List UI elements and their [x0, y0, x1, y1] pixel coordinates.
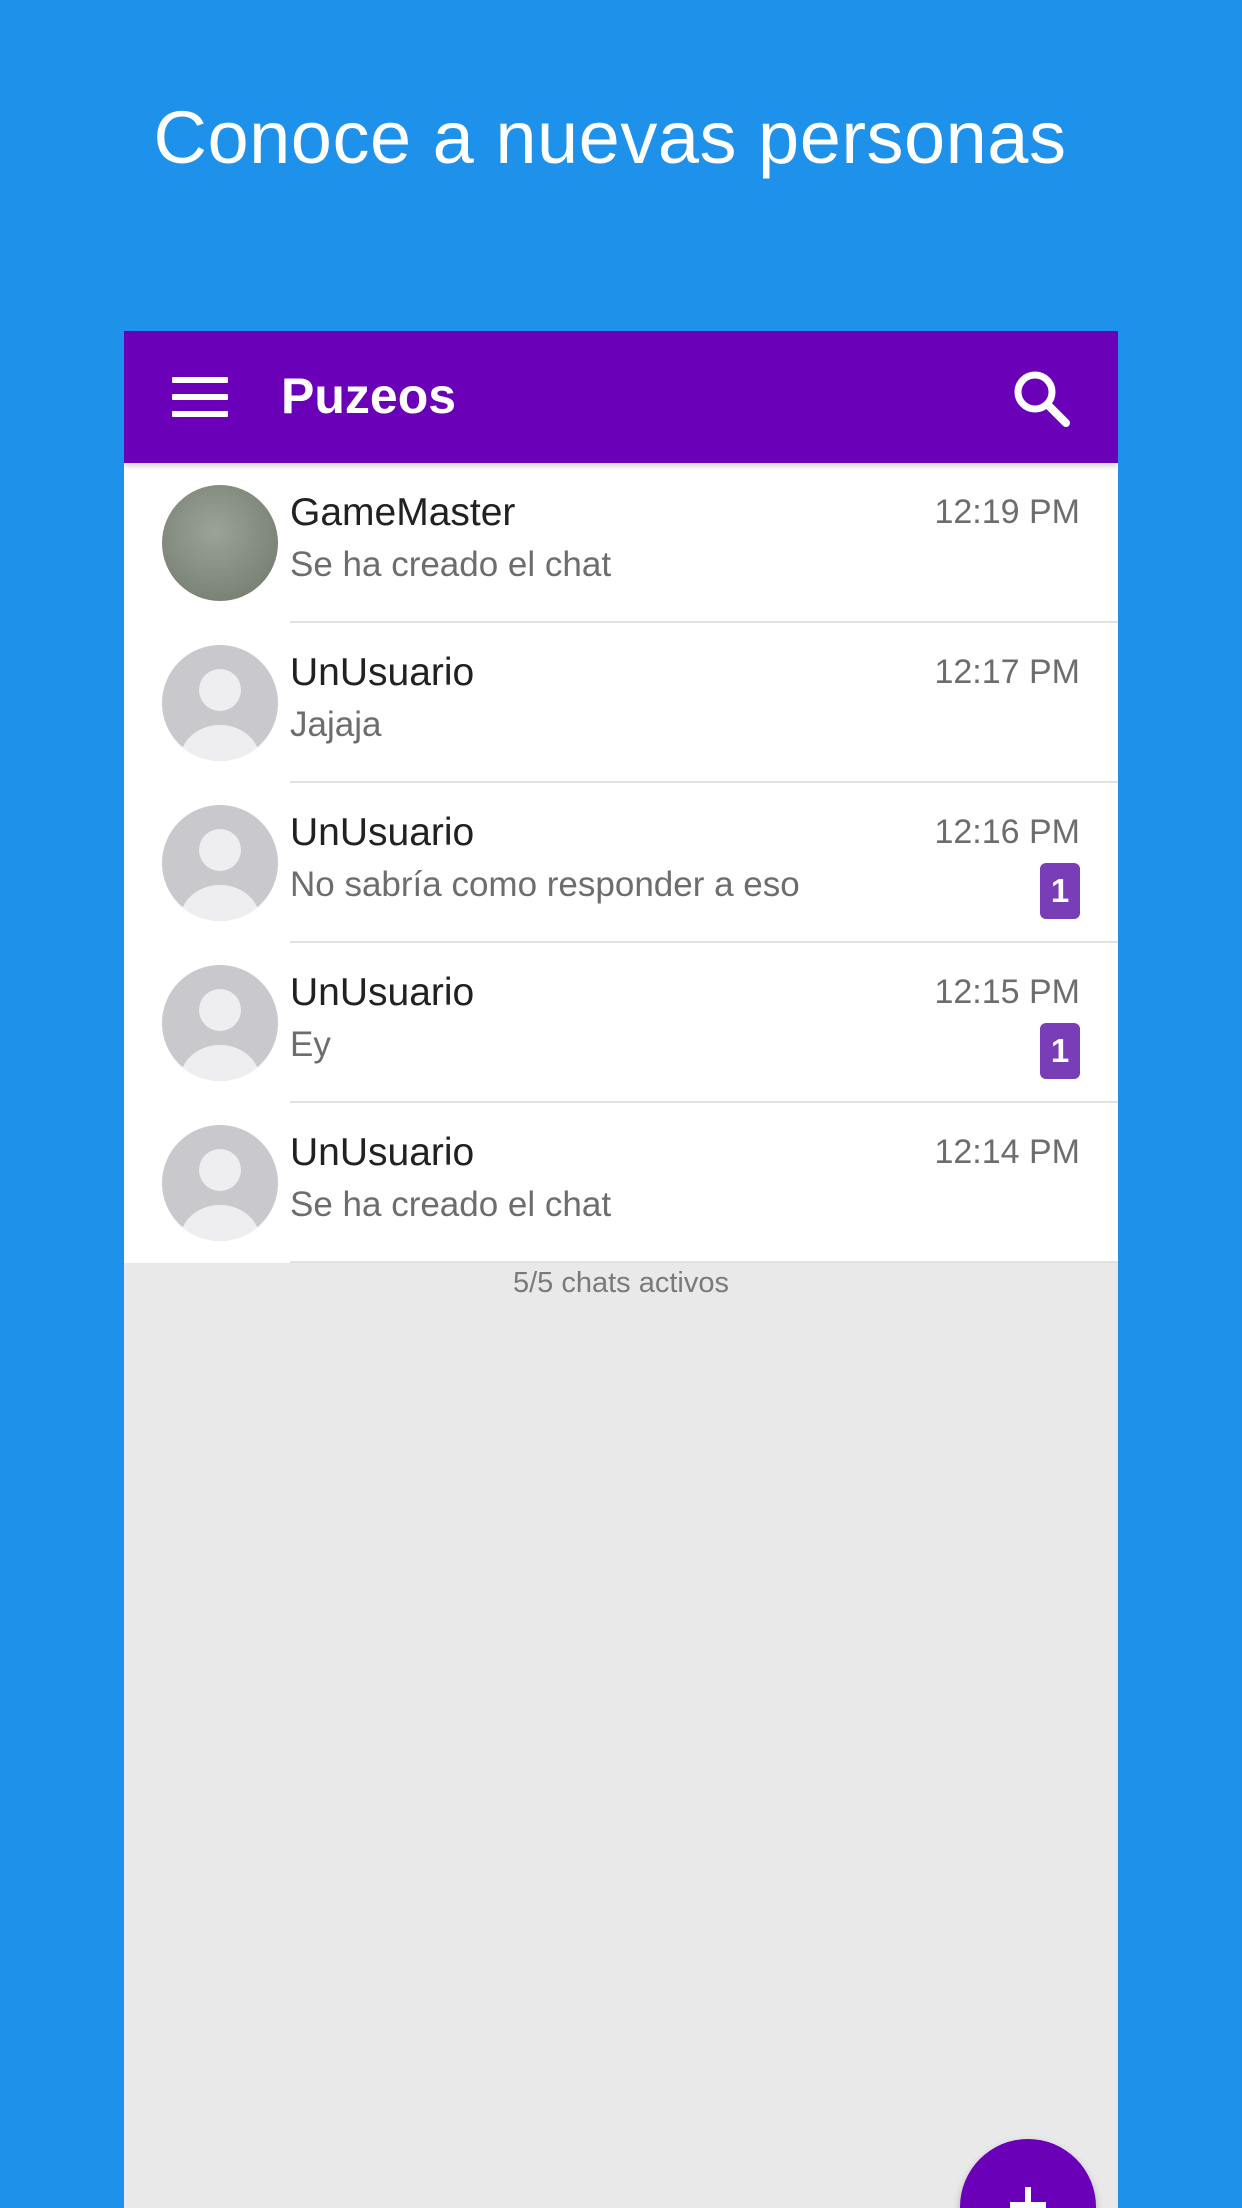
chat-name: UnUsuario [290, 1131, 475, 1174]
chat-name: UnUsuario [290, 811, 475, 854]
app-bar: Puzeos [124, 331, 1118, 463]
chat-list-item[interactable]: UnUsuario No sabría como responder a eso… [124, 783, 1118, 943]
avatar [162, 485, 278, 601]
app-title: Puzeos [281, 368, 457, 424]
chat-time: 12:19 PM [934, 493, 1080, 531]
unread-badge: 1 [1040, 863, 1080, 919]
divider [290, 1261, 1118, 1263]
chat-name: GameMaster [290, 491, 516, 534]
chat-preview: Jajaja [290, 705, 382, 744]
default-person-icon [162, 805, 278, 921]
chat-list: GameMaster Se ha creado el chat 12:19 PM… [124, 463, 1118, 1263]
chat-list-item[interactable]: UnUsuario Ey 12:15 PM 1 [124, 943, 1118, 1103]
chat-time: 12:17 PM [934, 653, 1080, 691]
chat-preview: Se ha creado el chat [290, 1185, 612, 1224]
unread-badge: 1 [1040, 1023, 1080, 1079]
search-icon[interactable] [1010, 367, 1072, 429]
promo-title: Conoce a nuevas personas [153, 96, 1067, 179]
new-chat-button[interactable] [960, 2139, 1096, 2208]
chat-time: 12:14 PM [934, 1133, 1080, 1171]
default-person-icon [162, 1125, 278, 1241]
chat-name: UnUsuario [290, 651, 475, 694]
chat-preview: Ey [290, 1025, 331, 1064]
chat-name: UnUsuario [290, 971, 475, 1014]
chat-list-item[interactable]: GameMaster Se ha creado el chat 12:19 PM [124, 463, 1118, 623]
chat-preview: No sabría como responder a eso [290, 865, 800, 904]
default-person-icon [162, 965, 278, 1081]
chat-time: 12:15 PM [934, 973, 1080, 1011]
chat-list-item[interactable]: UnUsuario Se ha creado el chat 12:14 PM [124, 1103, 1118, 1263]
active-chats-count: 5/5 chats activos [513, 1267, 729, 1299]
phone-screen: Puzeos GameMaster Se ha creado el chat 1… [124, 331, 1118, 2208]
chat-preview: Se ha creado el chat [290, 545, 612, 584]
chat-time: 12:16 PM [934, 813, 1080, 851]
chat-list-item[interactable]: UnUsuario Jajaja 12:17 PM [124, 623, 1118, 783]
menu-icon[interactable] [172, 377, 228, 417]
default-person-icon [162, 645, 278, 761]
